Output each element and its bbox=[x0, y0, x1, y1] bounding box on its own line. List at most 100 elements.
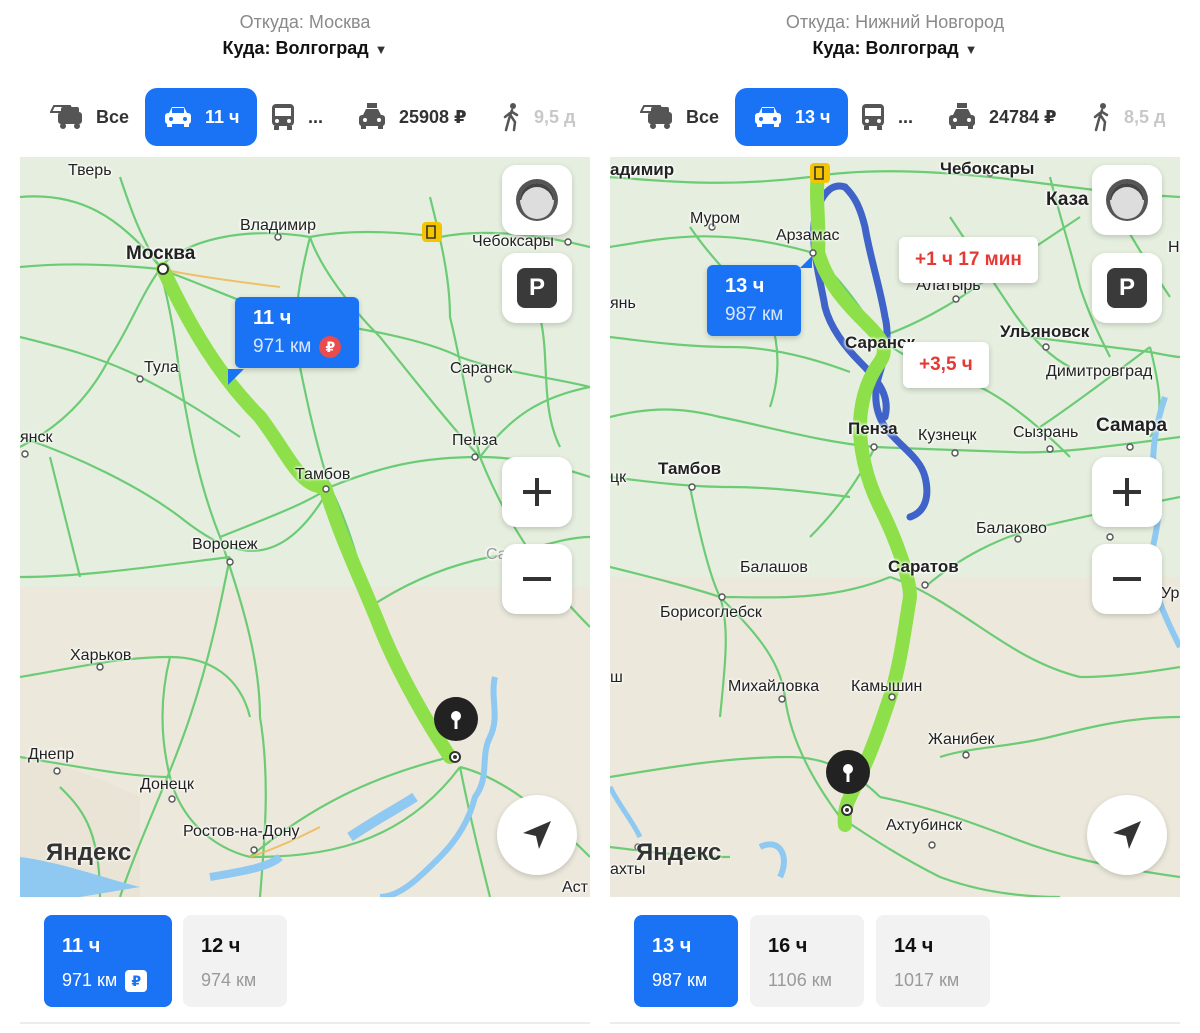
route-option-card[interactable]: 14 ч 1017 км bbox=[876, 915, 990, 1007]
city-label: Чебоксары bbox=[472, 233, 554, 250]
city-label: Москва bbox=[126, 243, 196, 264]
mode-bus-tab[interactable]: ... bbox=[270, 88, 323, 146]
city-label: Саранск bbox=[450, 360, 513, 377]
mode-bus-label: ... bbox=[898, 106, 914, 127]
mode-all-tab[interactable]: Все bbox=[50, 88, 129, 146]
destination-label[interactable]: Куда: Волгоград ▼ bbox=[20, 38, 590, 59]
parking-icon: P bbox=[517, 268, 557, 308]
dropdown-caret-icon: ▼ bbox=[374, 42, 388, 57]
route-option-distance: 1017 км bbox=[894, 970, 960, 990]
origin-label[interactable]: Откуда: Нижний Новгород bbox=[610, 12, 1180, 33]
city-label: Борисоглебск bbox=[660, 604, 762, 621]
mode-car-tab[interactable]: 11 ч bbox=[145, 88, 258, 146]
route-distance: 987 км bbox=[725, 304, 784, 325]
mode-taxi-label: 25908 ₽ bbox=[399, 106, 467, 127]
fuel-station-marker bbox=[422, 222, 442, 242]
dropdown-caret-icon: ▼ bbox=[964, 42, 978, 57]
route-option-card[interactable]: 13 ч 987 км bbox=[634, 915, 738, 1007]
transport-mode-tabs: Все 11 ч ... 25908 ₽ 9,5 д bbox=[20, 88, 590, 146]
mode-bus-tab[interactable]: ... bbox=[860, 88, 913, 146]
minus-icon bbox=[523, 577, 551, 581]
zoom-in-button[interactable] bbox=[1092, 457, 1162, 527]
map-view[interactable]: Тверь Москва Владимир Чебоксары Тула Сар… bbox=[20, 157, 590, 897]
bubble-tail bbox=[800, 256, 812, 268]
toll-road-icon: ₽ bbox=[125, 970, 148, 993]
mode-taxi-label: 24784 ₽ bbox=[989, 106, 1057, 127]
map-view[interactable]: адимир Чебоксары Каза Муром Арзамас Н Ал… bbox=[610, 157, 1180, 897]
city-label: Ульяновск bbox=[1000, 322, 1090, 341]
city-label: Балаково bbox=[976, 520, 1047, 537]
city-label: Балашов bbox=[740, 559, 808, 576]
destination-pin bbox=[826, 750, 870, 794]
destination-text: Куда: Волгоград bbox=[812, 38, 959, 58]
city-label: адимир bbox=[610, 160, 675, 179]
route-option-time: 16 ч bbox=[768, 935, 808, 957]
route-time: 11 ч bbox=[253, 307, 292, 329]
city-label: Аст bbox=[562, 879, 588, 896]
mode-all-label: Все bbox=[686, 106, 720, 127]
city-label: Тамбов bbox=[658, 459, 722, 478]
alternative-route-delay[interactable]: +3,5 ч bbox=[903, 342, 989, 388]
bus-icon bbox=[862, 104, 884, 130]
mode-taxi-tab[interactable]: 25908 ₽ bbox=[357, 88, 467, 146]
parking-button[interactable]: P bbox=[502, 253, 572, 323]
fuel-station-marker bbox=[810, 163, 830, 183]
route-info-bubble[interactable]: 13 ч 987 км bbox=[707, 265, 802, 336]
bus-icon bbox=[272, 104, 294, 130]
city-label: Пенза bbox=[452, 432, 498, 449]
navigation-arrow-icon bbox=[523, 821, 551, 849]
mode-car-tab[interactable]: 13 ч bbox=[735, 88, 849, 146]
mode-car-label: 11 ч bbox=[205, 106, 240, 127]
city-label: Каза bbox=[1046, 189, 1089, 210]
city-label: Саратов bbox=[888, 557, 959, 576]
route-option-time: 13 ч bbox=[652, 935, 692, 957]
toll-road-icon: ₽ bbox=[319, 336, 342, 358]
mode-taxi-tab[interactable]: 24784 ₽ bbox=[947, 88, 1057, 146]
minus-icon bbox=[1113, 577, 1141, 581]
route-option-card[interactable]: 12 ч 974 км bbox=[183, 915, 287, 1007]
mode-car-label: 13 ч bbox=[795, 106, 831, 127]
origin-label[interactable]: Откуда: Москва bbox=[20, 12, 590, 33]
route-options: 11 ч 971 км ₽ 12 ч 974 км bbox=[20, 915, 590, 1010]
my-location-button[interactable] bbox=[497, 795, 577, 875]
cars-icon bbox=[50, 105, 82, 129]
city-label: Сызрань bbox=[1013, 424, 1079, 441]
my-location-button[interactable] bbox=[1087, 795, 1167, 875]
route-panel-moscow: Откуда: Москва Куда: Волгоград ▼ Все 11 ч… bbox=[20, 0, 590, 1033]
city-label: Михайловка bbox=[728, 678, 820, 695]
city-label: Кузнецк bbox=[918, 427, 977, 444]
route-info-bubble[interactable]: 11 ч 971 км ₽ bbox=[235, 297, 360, 369]
city-label: Воронеж bbox=[192, 536, 258, 553]
mode-walk-tab[interactable]: 8,5 д bbox=[1092, 88, 1165, 146]
parking-icon: P bbox=[1107, 268, 1147, 308]
city-label: Чебоксары bbox=[940, 159, 1035, 178]
alternative-route-delay[interactable]: +1 ч 17 мин bbox=[899, 237, 1038, 283]
zoom-in-button[interactable] bbox=[502, 457, 572, 527]
route-time: 13 ч bbox=[725, 275, 765, 297]
zoom-out-button[interactable] bbox=[1092, 544, 1162, 614]
destination-pin bbox=[434, 697, 478, 741]
route-option-time: 12 ч bbox=[201, 935, 241, 957]
city-label: Н bbox=[1168, 239, 1180, 256]
mode-all-tab[interactable]: Все bbox=[640, 88, 719, 146]
zoom-out-button[interactable] bbox=[502, 544, 572, 614]
city-label: Жанибек bbox=[928, 731, 995, 748]
destination-label[interactable]: Куда: Волгоград ▼ bbox=[610, 38, 1180, 59]
yandex-logo: Яндекс bbox=[46, 839, 132, 866]
plus-icon bbox=[523, 478, 551, 506]
city-label: Ахтубинск bbox=[886, 817, 963, 834]
layers-button[interactable] bbox=[502, 165, 572, 235]
navigation-arrow-icon bbox=[1113, 821, 1141, 849]
route-option-card[interactable]: 16 ч 1106 км bbox=[750, 915, 864, 1007]
city-label: цк bbox=[610, 469, 627, 486]
cars-icon bbox=[640, 105, 672, 129]
layers-button[interactable] bbox=[1092, 165, 1162, 235]
mode-bus-label: ... bbox=[308, 106, 324, 127]
mode-walk-tab[interactable]: 9,5 д bbox=[502, 88, 575, 146]
city-label: Харьков bbox=[70, 647, 132, 664]
route-option-card[interactable]: 11 ч 971 км ₽ bbox=[44, 915, 172, 1007]
destination-text: Куда: Волгоград bbox=[222, 38, 369, 58]
city-label: Димитровград bbox=[1046, 363, 1153, 380]
pedestrian-icon bbox=[1093, 103, 1109, 132]
parking-button[interactable]: P bbox=[1092, 253, 1162, 323]
